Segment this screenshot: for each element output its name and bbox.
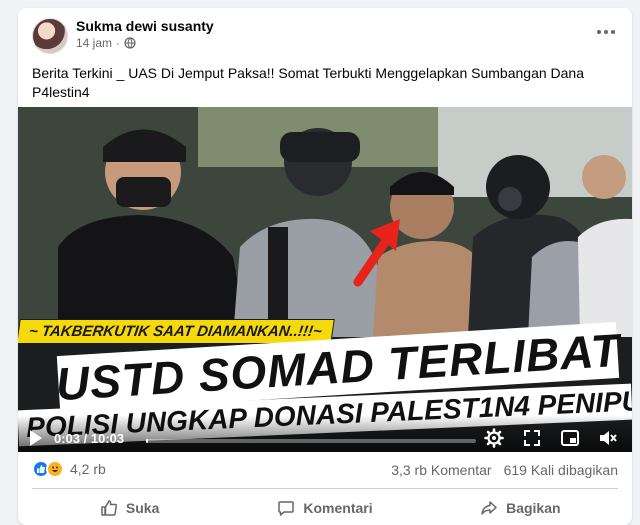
post-meta: 14 jam ·: [76, 36, 136, 50]
banner-subtitle: ~ TAKBERKUTIK SAAT DIAMANKAN..!!!~: [18, 319, 335, 344]
video-controls: 0:03 / 10:03: [18, 415, 632, 452]
comment-count[interactable]: 3,3 rb Komentar: [391, 462, 491, 478]
post-actions: Suka Komentari Bagikan: [32, 492, 618, 524]
play-icon[interactable]: [30, 430, 42, 446]
fullscreen-icon[interactable]: [522, 428, 542, 448]
post-card: Sukma dewi susanty 14 jam · Berita Terki…: [18, 8, 632, 525]
post-caption: Berita Terkini _ UAS Di Jemput Paksa!! S…: [32, 65, 585, 100]
video-progress-bar[interactable]: [146, 439, 476, 443]
video-progress-fill: [146, 439, 148, 443]
share-button[interactable]: Bagikan: [423, 492, 618, 524]
share-count[interactable]: 619 Kali dibagikan: [504, 462, 618, 478]
comment-button-label: Komentari: [303, 500, 373, 516]
like-button-label: Suka: [125, 500, 160, 516]
video-frame-image: [18, 107, 632, 337]
haha-icon: [46, 460, 64, 478]
like-button[interactable]: Suka: [32, 492, 227, 524]
picture-in-picture-icon[interactable]: [560, 428, 580, 448]
reactions-summary[interactable]: 4,2 rb: [32, 460, 106, 478]
meta-separator: ·: [116, 36, 121, 50]
more-options-icon[interactable]: [594, 22, 618, 42]
share-arrow-icon: [481, 501, 497, 515]
comment-bubble-icon: [278, 501, 295, 516]
reaction-count[interactable]: 4,2 rb: [70, 461, 106, 477]
video-player[interactable]: ~ TAKBERKUTIK SAAT DIAMANKAN..!!!~ USTD …: [18, 107, 632, 452]
engagement-counts: 3,3 rb Komentar 619 Kali dibagikan: [391, 462, 618, 478]
post-header: Sukma dewi susanty 14 jam ·: [18, 8, 632, 56]
post-stats: 4,2 rb 3,3 rb Komentar 619 Kali dibagika…: [18, 456, 632, 482]
globe-icon[interactable]: [124, 37, 136, 49]
share-button-label: Bagikan: [506, 500, 561, 516]
author-name[interactable]: Sukma dewi susanty: [76, 18, 214, 34]
divider: [32, 488, 618, 489]
mute-icon[interactable]: [598, 428, 618, 448]
avatar[interactable]: [32, 18, 68, 54]
settings-gear-icon[interactable]: [484, 428, 504, 448]
video-time: 0:03 / 10:03: [54, 431, 125, 446]
comment-button[interactable]: Komentari: [227, 492, 422, 524]
post-time[interactable]: 14 jam: [76, 36, 112, 50]
thumbs-up-icon: [101, 500, 118, 516]
